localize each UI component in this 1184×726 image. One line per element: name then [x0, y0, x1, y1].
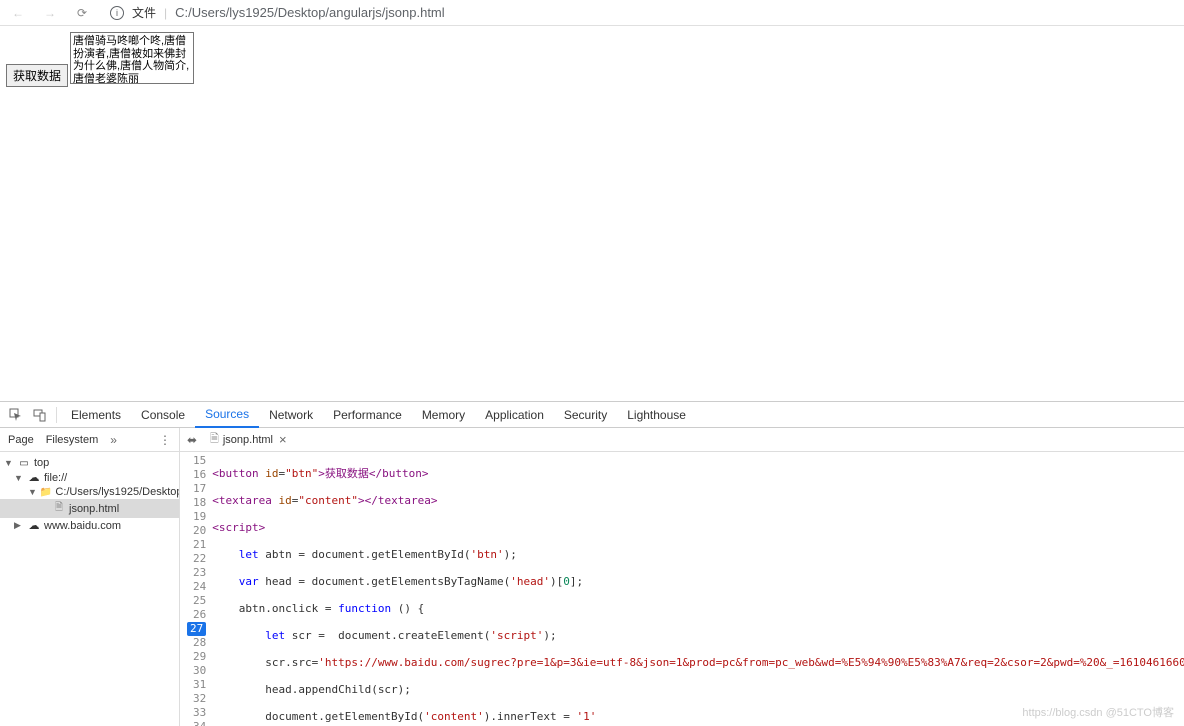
sidebar-tab-filesystem[interactable]: Filesystem: [46, 430, 99, 450]
info-icon[interactable]: i: [110, 6, 124, 20]
tree-arrow-icon: ▼: [14, 473, 24, 483]
url-scheme: 文件: [132, 4, 156, 21]
source-editor: ⬌ 🗎 jsonp.html × 15161718192021222324252…: [180, 428, 1184, 726]
cloud-icon: ☁: [27, 519, 41, 532]
editor-tab-jsonp[interactable]: 🗎 jsonp.html ×: [204, 430, 293, 450]
reload-button[interactable]: ⟳: [70, 1, 94, 25]
inspect-icon[interactable]: [6, 405, 26, 425]
code-area[interactable]: 1516171819202122232425262728293031323334…: [180, 452, 1184, 726]
sidebar-kebab-icon[interactable]: ⋮: [159, 433, 171, 447]
tree-baidu-label: www.baidu.com: [44, 520, 121, 532]
cloud-icon: ☁: [27, 471, 41, 484]
sidebar-more-icon[interactable]: »: [110, 433, 117, 447]
line-numbers: 1516171819202122232425262728293031323334…: [180, 452, 212, 726]
tree-top[interactable]: ▼ ▭ top: [0, 456, 179, 470]
folder-icon: 📁: [40, 487, 52, 498]
code-lines: <button id="btn">获取数据</button> <textarea…: [212, 452, 1184, 726]
tree-file-origin[interactable]: ▼ ☁ file://: [0, 470, 179, 485]
tab-application[interactable]: Application: [475, 402, 554, 428]
editor-tabs: ⬌ 🗎 jsonp.html ×: [180, 428, 1184, 452]
tab-security[interactable]: Security: [554, 402, 617, 428]
tab-network[interactable]: Network: [259, 402, 323, 428]
fetch-button[interactable]: 获取数据: [6, 64, 68, 87]
tab-memory[interactable]: Memory: [412, 402, 475, 428]
tab-performance[interactable]: Performance: [323, 402, 412, 428]
tree-arrow-icon: ▶: [14, 520, 24, 531]
devtools-panel: Elements Console Sources Network Perform…: [0, 401, 1184, 726]
sidebar-tab-page[interactable]: Page: [8, 430, 34, 450]
tree-arrow-icon: ▼: [4, 458, 14, 468]
tree-arrow-icon: ▼: [28, 487, 37, 497]
device-icon[interactable]: [30, 405, 50, 425]
url-text: C:/Users/lys1925/Desktop/angularjs/jsonp…: [175, 5, 445, 20]
tree-origin-label: file://: [44, 472, 67, 484]
tree-file-label: jsonp.html: [69, 503, 119, 515]
tree-folder[interactable]: ▼ 📁 C:/Users/lys1925/Desktop/angu: [0, 485, 179, 499]
tree-folder-label: C:/Users/lys1925/Desktop/angu: [55, 486, 179, 498]
content-textarea[interactable]: [70, 32, 194, 84]
sidebar-tabs: Page Filesystem » ⋮: [0, 428, 179, 452]
tree-top-label: top: [34, 457, 49, 469]
file-icon: 🗎: [52, 500, 66, 517]
tree-baidu[interactable]: ▶ ☁ www.baidu.com: [0, 518, 179, 533]
page-content: 获取数据: [0, 26, 1184, 396]
forward-button[interactable]: →: [38, 1, 62, 25]
editor-tab-label: jsonp.html: [223, 434, 273, 446]
back-button[interactable]: ←: [6, 1, 30, 25]
editor-nav-icon[interactable]: ⬌: [184, 433, 200, 447]
url-divider: |: [164, 6, 167, 20]
tree-file-jsonp[interactable]: 🗎 jsonp.html: [0, 499, 179, 518]
devtools-tabs: Elements Console Sources Network Perform…: [0, 402, 1184, 428]
window-icon: ▭: [17, 458, 31, 469]
file-icon: 🗎: [210, 430, 219, 449]
tab-sources[interactable]: Sources: [195, 402, 259, 428]
tab-console[interactable]: Console: [131, 402, 195, 428]
file-tree: ▼ ▭ top ▼ ☁ file:// ▼ 📁 C:/Users/lys1925…: [0, 452, 179, 726]
tab-elements[interactable]: Elements: [61, 402, 131, 428]
tab-separator: [56, 407, 57, 423]
devtools-body: Page Filesystem » ⋮ ▼ ▭ top ▼ ☁ file:// …: [0, 428, 1184, 726]
close-icon[interactable]: ×: [279, 432, 287, 447]
address-bar[interactable]: i 文件 | C:/Users/lys1925/Desktop/angularj…: [102, 4, 1178, 21]
browser-toolbar: ← → ⟳ i 文件 | C:/Users/lys1925/Desktop/an…: [0, 0, 1184, 26]
sources-sidebar: Page Filesystem » ⋮ ▼ ▭ top ▼ ☁ file:// …: [0, 428, 180, 726]
watermark: https://blog.csdn @51CTO博客: [1022, 704, 1174, 720]
tab-lighthouse[interactable]: Lighthouse: [617, 402, 696, 428]
